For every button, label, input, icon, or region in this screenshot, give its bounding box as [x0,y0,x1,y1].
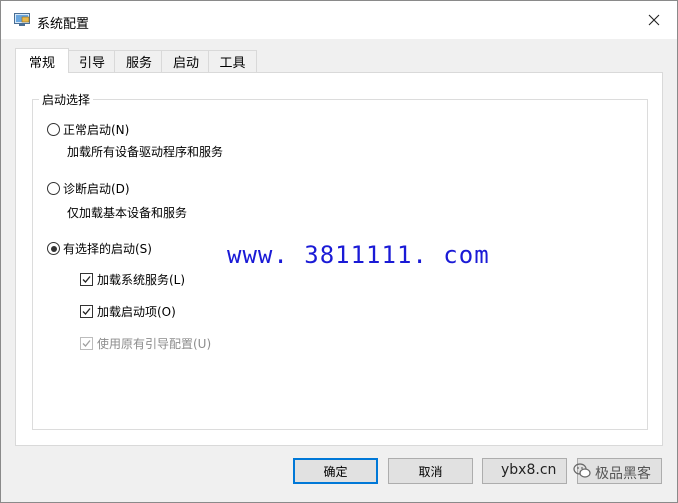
group-title: 启动选择 [39,91,94,108]
load-startup-items-checkbox[interactable] [80,305,93,318]
selective-startup-label[interactable]: 有选择的启动(S) [63,240,152,257]
tab-tools[interactable]: 工具 [208,50,257,72]
load-system-services-checkbox[interactable] [80,273,93,286]
wechat-logo-icon [573,463,591,478]
normal-startup-desc: 加载所有设备驱动程序和服务 [67,145,224,159]
system-config-window: 系统配置 常规 引导 服务 启动 工具 启动选择 正常启动(N) 加载所有设备驱… [0,0,678,503]
use-original-boot-config-checkbox [80,337,93,350]
tab-boot[interactable]: 引导 [67,50,117,72]
tab-general[interactable]: 常规 [15,48,69,73]
checkmark-icon [82,308,91,315]
site-watermark: ybx8.cn [501,462,557,478]
tab-services[interactable]: 服务 [114,50,164,72]
load-system-services-label[interactable]: 加载系统服务(L) [97,271,185,288]
window-title: 系统配置 [37,17,90,32]
cancel-button[interactable]: 取消 [388,458,473,484]
normal-startup-radio[interactable] [47,123,60,136]
ok-button[interactable]: 确定 [293,458,378,484]
tab-tools-label: 工具 [219,56,246,71]
wechat-account-watermark: 极品黑客 [595,466,651,482]
checkmark-icon [82,340,91,347]
checkmark-icon [82,276,91,283]
diagnostic-startup-label[interactable]: 诊断启动(D) [63,180,130,197]
tab-startup[interactable]: 启动 [161,50,211,72]
normal-startup-label[interactable]: 正常启动(N) [63,121,129,138]
diagnostic-startup-radio[interactable] [47,182,60,195]
tab-services-label: 服务 [125,56,152,71]
tab-boot-label: 引导 [78,56,105,71]
tab-general-label: 常规 [28,55,55,71]
url-watermark: www. 3811111. com [227,241,490,269]
tab-startup-label: 启动 [172,56,199,71]
msconfig-icon [14,13,30,26]
title-bar: 系统配置 [1,1,677,39]
selective-startup-radio[interactable] [47,242,60,255]
diagnostic-startup-desc: 仅加载基本设备和服务 [67,206,188,220]
close-button[interactable] [631,1,677,39]
close-icon [648,14,660,26]
load-startup-items-label[interactable]: 加载启动项(O) [97,303,176,320]
use-original-boot-config-label: 使用原有引导配置(U) [97,337,212,351]
